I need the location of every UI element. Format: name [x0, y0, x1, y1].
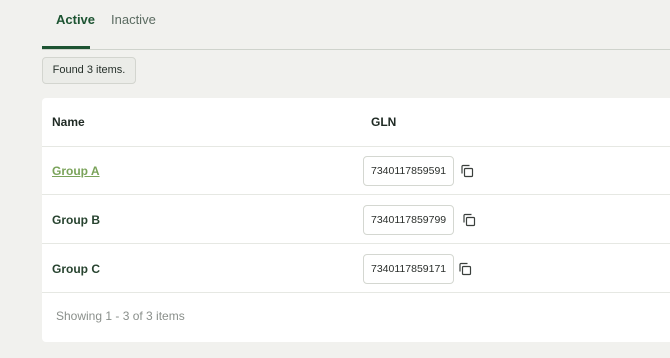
group-name-link[interactable]: Group A — [52, 164, 100, 178]
table-row: Group B 7340117859799 — [42, 196, 670, 244]
gln-field[interactable]: 7340117859591 — [363, 156, 455, 186]
group-name: Group B — [52, 213, 100, 227]
group-name: Group C — [52, 262, 100, 276]
copy-icon[interactable] — [460, 164, 474, 178]
table-row: Group A 7340117859591 — [42, 147, 670, 195]
column-header-name: Name — [52, 115, 85, 129]
tab-active[interactable]: Active — [56, 12, 95, 27]
copy-icon[interactable] — [462, 213, 476, 227]
active-tab-indicator — [42, 46, 90, 49]
tab-bar: Active Inactive — [42, 0, 670, 50]
copy-icon[interactable] — [458, 262, 472, 276]
result-count-badge: Found 3 items. — [42, 57, 136, 84]
gln-field[interactable]: 7340117859799 — [363, 205, 455, 235]
gln-field[interactable]: 7340117859171 — [363, 254, 455, 284]
column-header-gln: GLN — [371, 115, 397, 129]
groups-table: Name GLN Group A 7340117859591 Group B 7… — [42, 98, 670, 342]
table-header-row: Name GLN — [42, 98, 670, 147]
table-row: Group C 7340117859171 — [42, 245, 670, 293]
tab-inactive[interactable]: Inactive — [111, 12, 156, 27]
pagination-summary: Showing 1 - 3 of 3 items — [56, 309, 185, 323]
